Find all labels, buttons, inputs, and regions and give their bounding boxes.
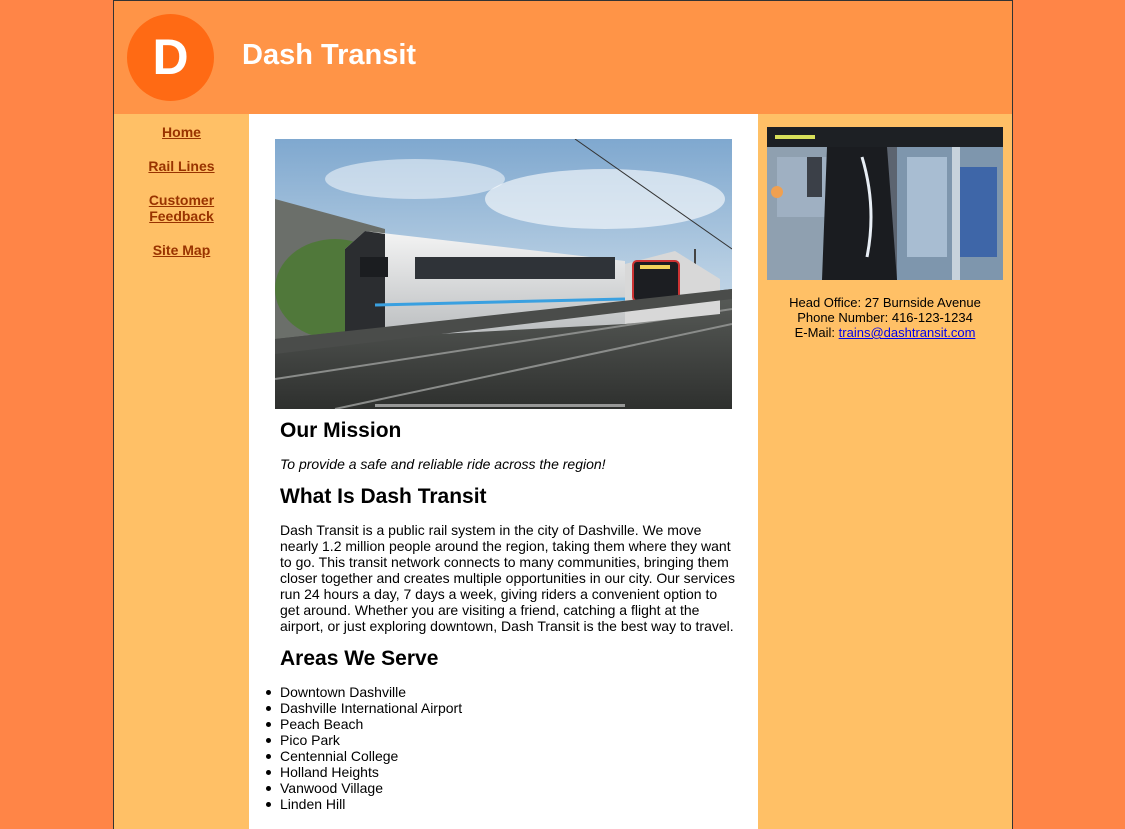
list-item: Pico Park xyxy=(258,732,713,748)
main-content: Our Mission To provide a safe and reliab… xyxy=(249,114,758,829)
train-interior-image xyxy=(767,127,1003,280)
list-item: Centennial College xyxy=(258,748,713,764)
about-paragraph: Dash Transit is a public rail system in … xyxy=(280,522,735,634)
areas-list: Downtown Dashville Dashville Internation… xyxy=(258,684,713,812)
site-header: D Dash Transit xyxy=(114,1,1012,114)
page-container: D Dash Transit Home Rail Lines Customer … xyxy=(113,0,1013,829)
phone-number: Phone Number: 416-123-1234 xyxy=(797,310,973,325)
email-label: E-Mail: xyxy=(794,325,839,340)
mission-heading: Our Mission xyxy=(280,419,402,442)
list-item: Linden Hill xyxy=(258,796,713,812)
areas-heading: Areas We Serve xyxy=(280,647,439,670)
contact-info: Head Office: 27 Burnside Avenue Phone Nu… xyxy=(758,295,1012,340)
nav-link-rail-lines[interactable]: Rail Lines xyxy=(134,158,229,174)
side-nav: Home Rail Lines Customer Feedback Site M… xyxy=(114,114,249,276)
list-item: Holland Heights xyxy=(258,764,713,780)
site-title: Dash Transit xyxy=(242,39,417,71)
article: Our Mission To provide a safe and reliab… xyxy=(266,414,735,812)
list-item: Peach Beach xyxy=(258,716,713,732)
list-item: Vanwood Village xyxy=(258,780,713,796)
email-line: E-Mail: trains@dashtransit.com xyxy=(758,325,1012,340)
nav-link-home[interactable]: Home xyxy=(134,124,229,140)
email-link[interactable]: trains@dashtransit.com xyxy=(839,325,976,340)
list-item: Downtown Dashville xyxy=(258,684,713,700)
office-address: Head Office: 27 Burnside Avenue xyxy=(789,295,981,310)
list-item: Dashville International Airport xyxy=(258,700,713,716)
about-heading: What Is Dash Transit xyxy=(280,485,487,508)
mission-text: To provide a safe and reliable ride acro… xyxy=(280,456,606,472)
site-logo: D xyxy=(127,14,214,101)
train-hero-image xyxy=(275,139,732,409)
nav-link-customer-feedback[interactable]: Customer Feedback xyxy=(134,192,229,224)
nav-link-site-map[interactable]: Site Map xyxy=(134,242,229,258)
